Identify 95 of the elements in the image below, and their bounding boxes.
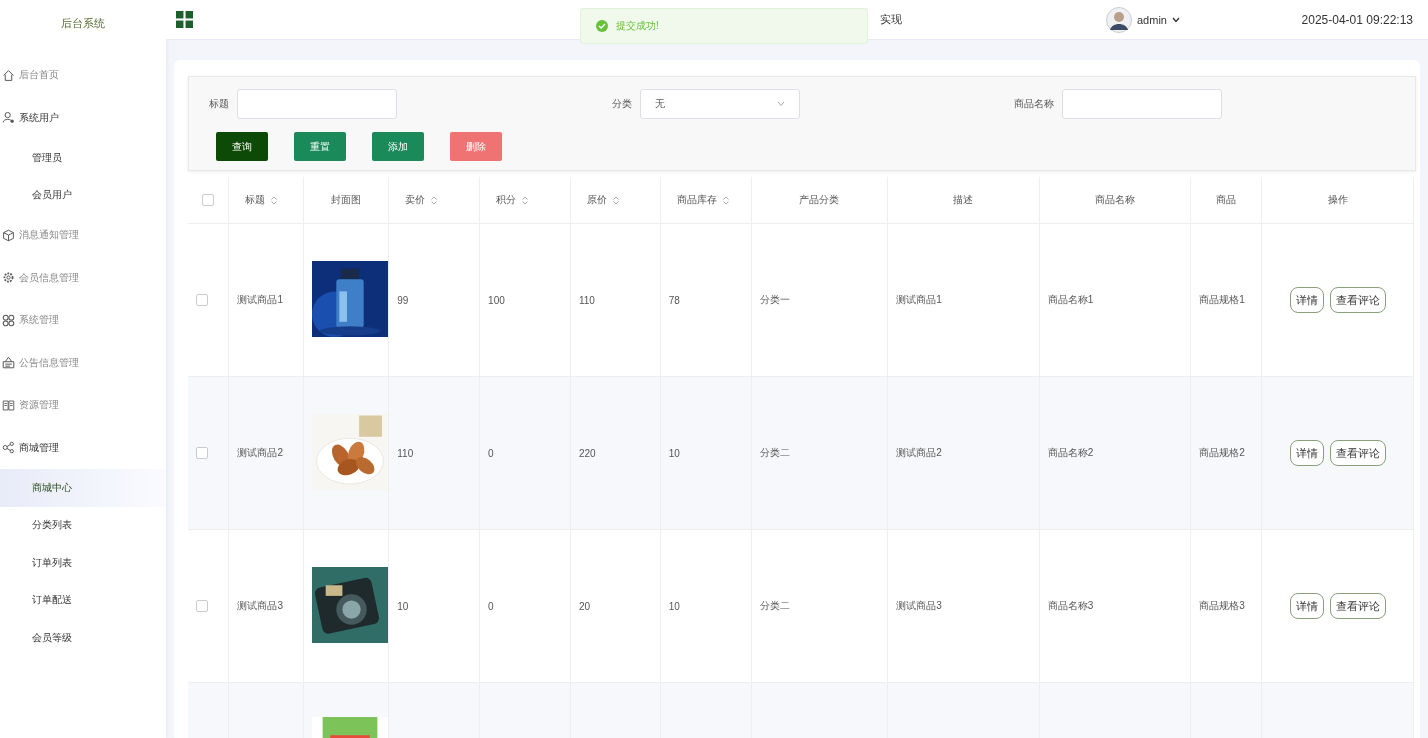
table-cell: 99	[397, 294, 409, 306]
column-header[interactable]: 商品库存	[676, 194, 729, 205]
sidebar-item[interactable]: 系统管理	[19, 313, 59, 328]
grid-icon	[2, 313, 15, 327]
checkbox[interactable]	[196, 294, 208, 307]
table-cell: 20	[578, 600, 591, 612]
column-header[interactable]: 原价	[586, 194, 619, 205]
sidebar-subitem[interactable]: 会员用户	[0, 176, 166, 214]
table-cell: 0	[488, 600, 494, 612]
table-cell: 10	[668, 447, 680, 459]
filter-label: 分类	[612, 97, 632, 111]
table-cell: 10	[668, 600, 680, 612]
table-cell: 分类二	[759, 447, 790, 458]
sidebar-item[interactable]: 商城管理	[19, 440, 59, 455]
reset-button[interactable]: 重置	[294, 132, 346, 161]
sidebar-subitem[interactable]: 订单列表	[0, 544, 166, 582]
user-menu[interactable]: admin	[1137, 13, 1167, 26]
table-cell: 220	[578, 447, 596, 459]
sidebar-item[interactable]: 资源管理	[19, 398, 59, 413]
sidebar-item[interactable]: 系统用户	[19, 110, 59, 125]
view-comments-button[interactable]: 查看评论	[1329, 440, 1386, 466]
gear-icon	[2, 271, 15, 285]
checkbox[interactable]	[202, 194, 215, 207]
sort-icon[interactable]	[522, 195, 529, 205]
sort-icon[interactable]	[431, 195, 438, 205]
sidebar-item[interactable]: 公告信息管理	[19, 355, 79, 370]
filter-label: 商品名称	[1014, 97, 1054, 111]
table-cell: 测试商品1	[237, 294, 283, 305]
sidebar-subitem[interactable]: 管理员	[0, 139, 166, 177]
date-time: 2025-04-01 09:22:13	[1301, 12, 1413, 27]
notice-board-icon	[2, 356, 15, 370]
book-icon	[2, 398, 15, 412]
table-cell: 测试商品2	[237, 447, 283, 458]
user-icon	[2, 111, 15, 125]
sidebar-subitem[interactable]: 分类列表	[0, 506, 166, 544]
search-button[interactable]: 查询	[216, 132, 268, 161]
column-header: 描述	[953, 194, 974, 205]
column-header: 产品分类	[799, 194, 840, 205]
column-header[interactable]: 卖价	[405, 194, 438, 205]
table-cell: 分类二	[759, 600, 790, 611]
filter-label: 标题	[209, 97, 229, 111]
checkbox[interactable]	[196, 600, 208, 613]
toast-message: 提交成功!	[616, 19, 659, 33]
table-cell: 测试商品3	[896, 600, 942, 611]
table-cell: 测试商品2	[896, 447, 942, 458]
table-cell: 10	[397, 600, 409, 612]
table-cell: 测试商品3	[237, 600, 283, 611]
page-title: 实现	[880, 12, 902, 27]
chevron-down-icon	[1171, 16, 1180, 23]
table-cell: 0	[488, 447, 494, 459]
table-cell: 100	[488, 294, 505, 306]
table-cell: 商品规格1	[1199, 294, 1245, 305]
share-icon	[2, 441, 15, 455]
checkbox[interactable]	[196, 447, 208, 460]
sort-icon[interactable]	[271, 195, 278, 205]
avatar-icon[interactable]	[1106, 6, 1132, 33]
details-button[interactable]: 详情	[1289, 287, 1324, 313]
input-field[interactable]	[1062, 89, 1222, 119]
view-comments-button[interactable]: 查看评论	[1329, 593, 1386, 619]
table-cell: 商品规格3	[1199, 600, 1245, 611]
sidebar-subitem[interactable]: 会员等级	[0, 619, 166, 657]
table-cell: 商品名称1	[1047, 294, 1094, 305]
app-title: 后台系统	[61, 15, 105, 31]
details-button[interactable]: 详情	[1289, 593, 1324, 619]
table-cell: 测试商品1	[896, 294, 942, 305]
sidebar-subitem[interactable]: 商城中心	[0, 469, 166, 507]
chevron-down-icon	[777, 101, 785, 107]
column-header: 商品	[1216, 194, 1237, 205]
table-cell: 110	[397, 447, 414, 459]
cube-icon	[2, 228, 15, 242]
sidebar-subitem[interactable]: 订单配送	[0, 581, 166, 619]
column-header: 封面图	[331, 194, 362, 205]
input-field[interactable]	[237, 89, 397, 119]
grid-menu-icon[interactable]	[176, 11, 193, 28]
details-button[interactable]: 详情	[1289, 440, 1324, 466]
table-cell: 商品规格2	[1199, 447, 1245, 458]
column-header[interactable]: 积分	[496, 194, 529, 205]
add-button[interactable]: 添加	[372, 132, 424, 161]
sidebar-item[interactable]: 后台首页	[19, 68, 59, 83]
sidebar-item[interactable]: 会员信息管理	[19, 270, 79, 285]
sidebar-item[interactable]: 消息通知管理	[19, 228, 79, 243]
check-circle-icon	[596, 20, 608, 32]
table-cell: 分类一	[759, 294, 790, 305]
home-icon	[2, 68, 15, 82]
table-cell: 78	[668, 294, 680, 306]
column-header: 商品名称	[1095, 194, 1136, 205]
column-header[interactable]: 标题	[245, 194, 278, 205]
sort-icon[interactable]	[612, 195, 619, 205]
table-cell: 商品名称2	[1047, 447, 1094, 458]
table-cell: 商品名称3	[1047, 600, 1094, 611]
column-header: 操作	[1327, 194, 1348, 205]
category-select[interactable]: 无	[640, 89, 800, 119]
view-comments-button[interactable]: 查看评论	[1329, 287, 1386, 313]
table-cell: 110	[578, 294, 595, 306]
sort-icon[interactable]	[722, 195, 729, 205]
